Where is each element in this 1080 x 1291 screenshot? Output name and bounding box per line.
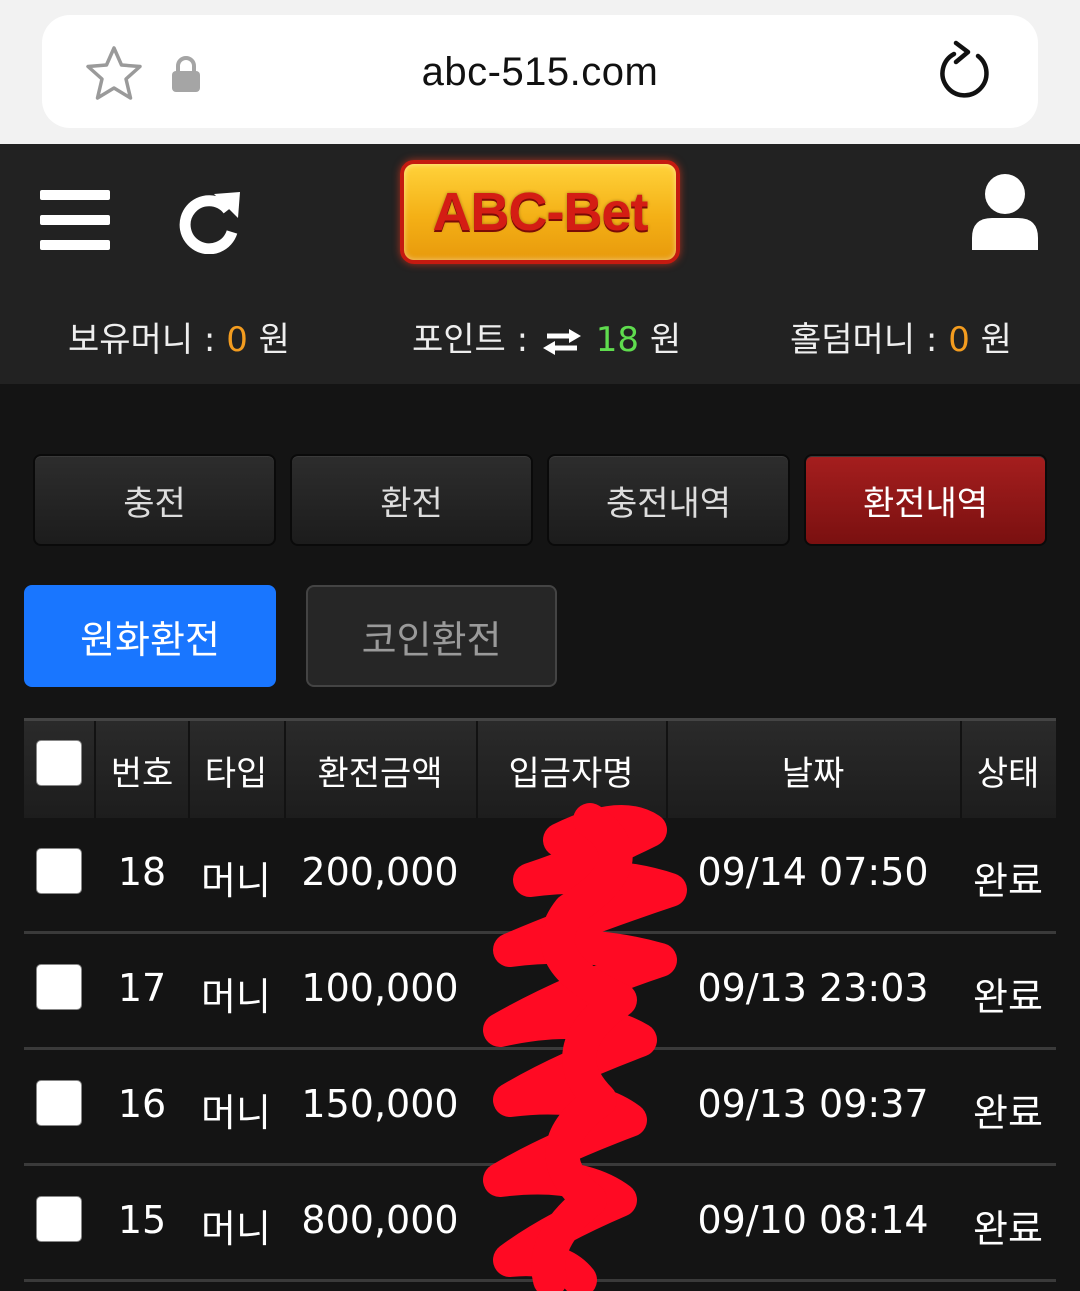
user-icon[interactable] [970,172,1040,252]
column-header-status[interactable]: 상태 [977,746,1040,795]
row-number: 15 [117,1198,167,1242]
url-text[interactable]: abc-515.com [0,50,1080,95]
row-date: 09/10 08:14 [697,1198,929,1242]
row-type: 머니 [201,1091,271,1135]
row-date: 09/13 09:37 [697,1082,929,1126]
point-unit: 원 [649,320,682,360]
browser-address-bar: abc-515.com [0,0,1080,144]
row-type: 머니 [201,975,271,1019]
row-amount: 800,000 [301,1198,459,1242]
row-amount: 150,000 [301,1082,459,1126]
redaction-scribble [483,803,687,1291]
row-status: 완료 [973,1091,1043,1135]
browser-reload-icon[interactable] [938,40,994,102]
column-header-amount[interactable]: 환전금액 [317,746,442,795]
money-value: 0 [226,320,248,360]
point-value: 18 [595,320,639,360]
row-status: 완료 [973,859,1043,903]
point-balance: 포인트 : 18 원 [412,312,681,361]
tab-withdraw-history[interactable]: 환전내역 [804,454,1047,546]
subtab-coin-withdraw[interactable]: 코인환전 [306,585,557,687]
swap-arrows-icon[interactable] [542,328,581,355]
logo-text: ABC-Bet [432,182,649,242]
subtab-krw-withdraw[interactable]: 원화환전 [24,585,276,687]
row-type: 머니 [201,1207,271,1251]
row-date: 09/14 07:50 [697,850,929,894]
tab-withdraw[interactable]: 환전 [290,454,533,546]
row-checkbox[interactable] [36,848,82,894]
menu-icon[interactable] [40,190,110,250]
column-header-type[interactable]: 타입 [205,746,268,795]
row-checkbox[interactable] [36,1196,82,1242]
site-logo[interactable]: ABC-Bet [400,160,680,264]
row-amount: 200,000 [301,850,459,894]
row-date: 09/13 23:03 [697,966,929,1010]
row-number: 16 [117,1082,167,1126]
column-header-number[interactable]: 번호 [111,746,174,795]
refresh-icon[interactable] [178,188,242,254]
column-header-date[interactable]: 날짜 [782,746,845,795]
row-number: 18 [117,850,167,894]
holdem-unit: 원 [980,320,1012,360]
money-label: 보유머니 : [68,320,216,360]
point-label: 포인트 : [412,320,529,360]
money-unit: 원 [258,320,290,360]
select-all-checkbox[interactable] [36,740,82,786]
tab-deposit[interactable]: 충전 [33,454,276,546]
row-amount: 100,000 [301,966,459,1010]
row-checkbox[interactable] [36,964,82,1010]
holdem-balance: 홀덤머니 : 0 원 [790,312,1012,361]
column-header-depositor[interactable]: 입금자명 [508,746,633,795]
row-type: 머니 [201,859,271,903]
balance-row: 보유머니 : 0 원 포인트 : 18 원 홀덤머니 : 0 원 [0,312,1080,366]
money-balance: 보유머니 : 0 원 [68,312,290,361]
row-number: 17 [117,966,167,1010]
row-checkbox[interactable] [36,1080,82,1126]
row-status: 완료 [973,975,1043,1019]
row-status: 완료 [973,1207,1043,1251]
tab-deposit-history[interactable]: 충전내역 [547,454,790,546]
holdem-label: 홀덤머니 : [790,320,938,360]
holdem-value: 0 [948,320,970,360]
